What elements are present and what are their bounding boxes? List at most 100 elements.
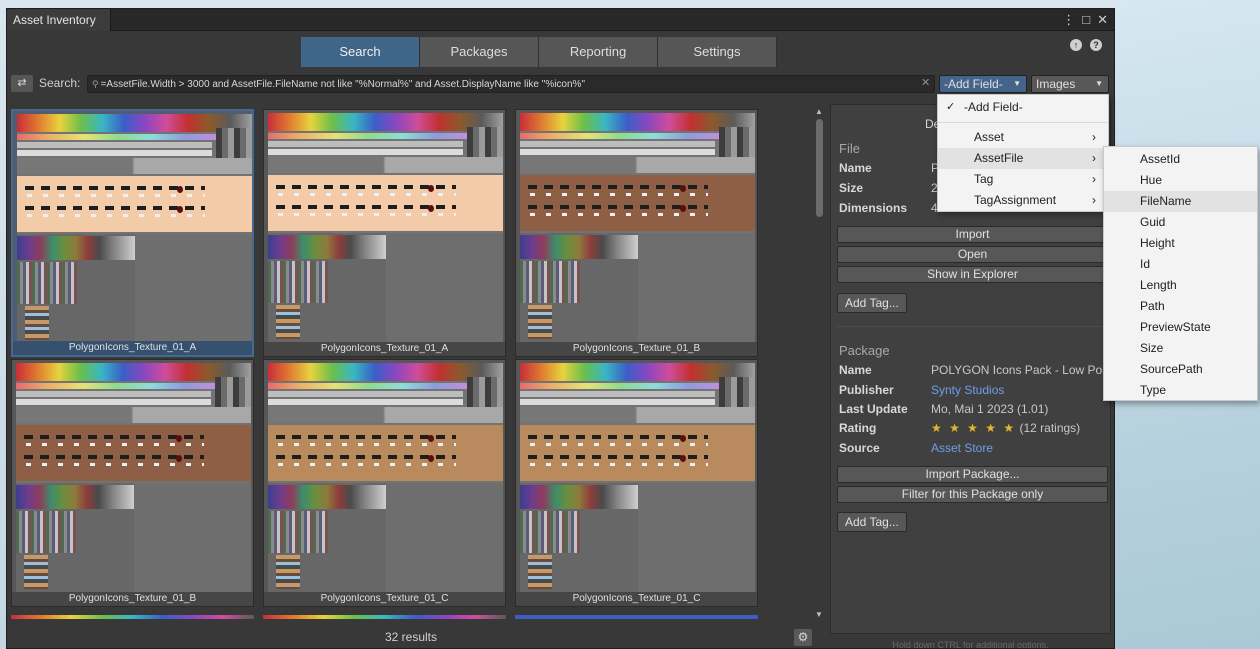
thumbnail-lower-left	[520, 233, 638, 342]
source-link[interactable]: Asset Store	[931, 441, 993, 455]
submenu-item-hue[interactable]: Hue	[1104, 170, 1257, 191]
submenu-item-sourcepath[interactable]: SourcePath	[1104, 359, 1257, 380]
scroll-thumb[interactable]	[816, 119, 823, 217]
thumbnail-swatch	[17, 262, 77, 304]
thumbnail-swatch	[25, 306, 49, 340]
type-filter-dropdown[interactable]: Images ▼	[1031, 75, 1109, 93]
menu-item-asset-label: Asset	[974, 130, 1005, 144]
submenu-item-id[interactable]: Id	[1104, 254, 1257, 275]
face-mark	[680, 205, 686, 212]
scroll-up-icon[interactable]: ▲	[815, 107, 823, 116]
thumbnail-swatch	[24, 555, 48, 589]
tile-label: PolygonIcons_Texture_01_C	[516, 592, 757, 606]
search-input[interactable]: ⚲ =AssetFile.Width > 3000 and AssetFile.F…	[87, 75, 935, 93]
submenu-item-label: SourcePath	[1140, 362, 1203, 376]
tab-search[interactable]: Search	[301, 37, 420, 67]
submenu-item-label: FileName	[1140, 194, 1192, 208]
menu-item-tagassignment[interactable]: TagAssignment ›	[938, 190, 1108, 211]
thumbnail-swatch	[268, 485, 386, 509]
clear-search-icon[interactable]: ✕	[921, 76, 930, 89]
main-tabs: Search Packages Reporting Settings	[301, 37, 777, 67]
thumbnail-skin	[268, 175, 503, 231]
last-update-value: Mo, Mai 1 2023 (1.01)	[931, 402, 1049, 416]
add-tag-package-button[interactable]: Add Tag...	[837, 512, 907, 532]
submenu-item-type[interactable]: Type	[1104, 380, 1257, 401]
submenu-item-label: PreviewState	[1140, 320, 1211, 334]
thumbnail-swatch	[268, 399, 463, 405]
submenu-item-label: Type	[1140, 383, 1167, 397]
result-tile[interactable]: PolygonIcons_Texture_01_B	[515, 109, 758, 357]
update-icon[interactable]: ↑	[1070, 39, 1082, 51]
thumbnail-swatch	[17, 150, 212, 156]
submenu-item-previewstate[interactable]: PreviewState	[1104, 317, 1257, 338]
result-tile-partial[interactable]	[263, 615, 506, 619]
help-icon[interactable]: ?	[1090, 39, 1102, 51]
result-tile-partial[interactable]	[11, 615, 254, 619]
submenu-item-label: Height	[1140, 236, 1175, 250]
thumbnail-swatch	[268, 261, 328, 303]
thumbnail-swatch	[520, 141, 715, 147]
submenu-item-guid[interactable]: Guid	[1104, 212, 1257, 233]
section-divider	[837, 326, 1108, 327]
menu-item-add-field[interactable]: ✓ -Add Field-	[938, 97, 1108, 118]
menu-item-asset[interactable]: Asset ›	[938, 127, 1108, 148]
result-tile[interactable]: PolygonIcons_Texture_01_C	[515, 359, 758, 607]
rating-stars-icon: ★ ★ ★ ★ ★	[931, 421, 1017, 435]
thumbnail-swatch	[520, 235, 638, 259]
thumbnail-swatch	[515, 615, 758, 619]
gear-icon[interactable]: ⚙	[794, 629, 812, 646]
maximize-icon[interactable]: □	[1082, 12, 1090, 28]
result-tile[interactable]: PolygonIcons_Texture_01_B	[11, 359, 254, 607]
submenu-item-size[interactable]: Size	[1104, 338, 1257, 359]
check-icon: ✓	[946, 101, 956, 113]
thumbnail-swatch	[520, 511, 580, 553]
submenu-item-filename[interactable]: FileName	[1104, 191, 1257, 212]
chevron-down-icon: ▼	[1013, 79, 1021, 88]
result-tile[interactable]: PolygonIcons_Texture_01_A	[263, 109, 506, 357]
rating-value: ★ ★ ★ ★ ★ (12 ratings)	[931, 421, 1080, 435]
window-title-tab[interactable]: Asset Inventory	[7, 9, 111, 31]
add-field-dropdown[interactable]: -Add Field- ▼	[939, 75, 1027, 93]
face-mark	[680, 455, 686, 462]
publisher-link[interactable]: Synty Studios	[931, 383, 1004, 397]
tab-settings[interactable]: Settings	[658, 37, 777, 67]
thumbnail-swatch	[268, 235, 386, 259]
import-button[interactable]: Import	[837, 226, 1108, 243]
result-tile[interactable]: PolygonIcons_Texture_01_C	[263, 359, 506, 607]
scroll-down-icon[interactable]: ▼	[815, 610, 823, 619]
tile-thumbnail	[520, 113, 755, 342]
submenu-item-height[interactable]: Height	[1104, 233, 1257, 254]
thumbnail-skin	[16, 425, 251, 481]
face-mark	[680, 185, 686, 192]
thumbnail-swatch	[16, 407, 251, 423]
submenu-item-path[interactable]: Path	[1104, 296, 1257, 317]
tile-thumbnail	[16, 363, 251, 592]
open-button[interactable]: Open	[837, 246, 1108, 263]
tile-label: PolygonIcons_Texture_01_A	[13, 341, 252, 355]
submenu-item-label: Hue	[1140, 173, 1163, 187]
submenu-item-assetid[interactable]: AssetId	[1104, 149, 1257, 170]
close-icon[interactable]: ✕	[1097, 12, 1108, 28]
thumbnail-swatch	[268, 391, 463, 397]
menu-item-assetfile[interactable]: AssetFile ›	[938, 148, 1108, 169]
package-name-value: POLYGON Icons Pack - Low Pol	[931, 363, 1105, 377]
tab-packages[interactable]: Packages	[420, 37, 539, 67]
thumbnail-swatch	[16, 391, 211, 397]
import-package-button[interactable]: Import Package...	[837, 466, 1108, 483]
thumbnail-swatch	[719, 377, 755, 407]
menu-separator	[938, 122, 1108, 123]
menu-item-tag[interactable]: Tag ›	[938, 169, 1108, 190]
filter-package-button[interactable]: Filter for this Package only	[837, 486, 1108, 503]
show-in-explorer-button[interactable]: Show in Explorer	[837, 266, 1108, 283]
add-tag-file-button[interactable]: Add Tag...	[837, 293, 907, 313]
submenu-item-length[interactable]: Length	[1104, 275, 1257, 296]
grid-scrollbar[interactable]: ▲ ▼	[813, 107, 825, 619]
submenu-item-label: Guid	[1140, 215, 1166, 229]
thumbnail-lower-left	[268, 233, 386, 342]
filter-toggle-icon[interactable]: ⇄	[11, 75, 33, 92]
search-icon: ⚲	[92, 79, 99, 89]
result-tile[interactable]: PolygonIcons_Texture_01_A	[11, 109, 254, 357]
result-tile-partial[interactable]	[515, 615, 758, 619]
tab-reporting[interactable]: Reporting	[539, 37, 658, 67]
more-options-icon[interactable]: ⋮	[1062, 12, 1075, 28]
